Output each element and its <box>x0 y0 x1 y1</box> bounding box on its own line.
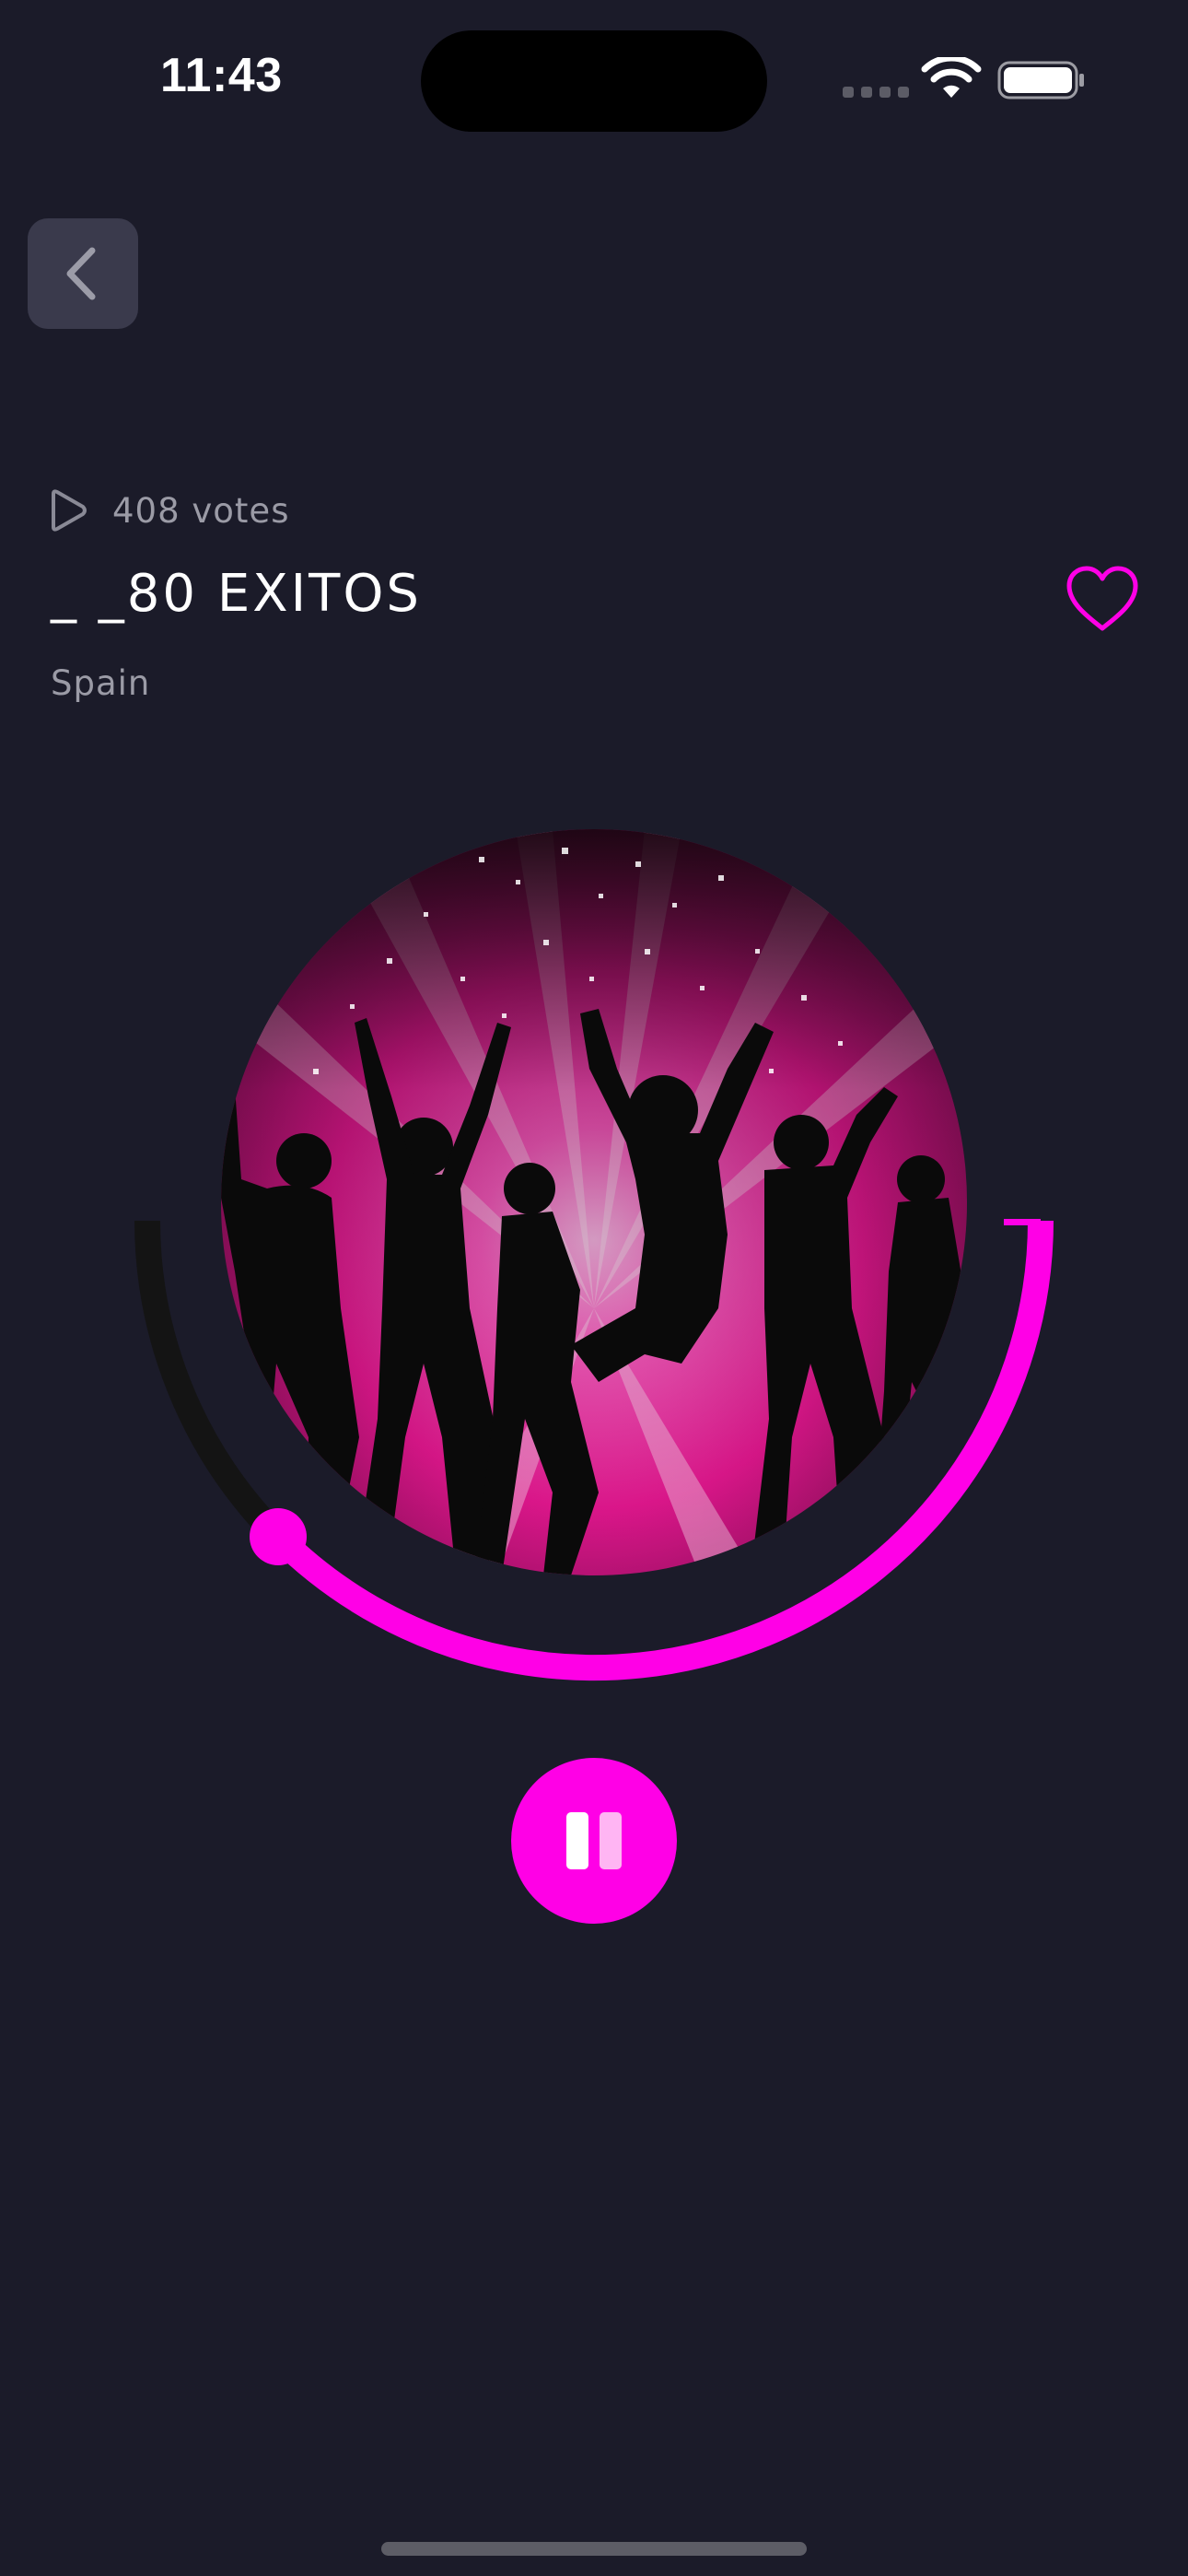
progress-start-marker <box>1004 1219 1041 1225</box>
votes-row: 408 votes <box>48 488 289 533</box>
back-button[interactable] <box>28 218 138 329</box>
heart-icon[interactable] <box>1064 564 1141 634</box>
chevron-left-icon <box>66 247 96 300</box>
player-screen: 11:43 408 votes _ _80 EXITOS Spain <box>0 0 1188 2576</box>
pause-icon-bar <box>600 1812 622 1869</box>
station-title: _ _80 EXITOS <box>51 564 422 624</box>
status-time: 11:43 <box>160 49 283 102</box>
cellular-signal-icon <box>843 87 909 98</box>
station-country: Spain <box>51 663 151 703</box>
progress-handle[interactable] <box>250 1508 307 1565</box>
votes-count: 408 votes <box>112 490 290 531</box>
wifi-icon <box>921 57 982 98</box>
home-indicator[interactable] <box>381 2542 807 2556</box>
dynamic-island <box>421 30 767 132</box>
play-outline-icon <box>52 489 87 532</box>
artwork-area <box>134 829 1054 1681</box>
station-artwork <box>221 829 967 1575</box>
pause-button[interactable] <box>511 1758 677 1924</box>
pause-icon <box>566 1812 588 1869</box>
battery-icon <box>997 61 1084 100</box>
